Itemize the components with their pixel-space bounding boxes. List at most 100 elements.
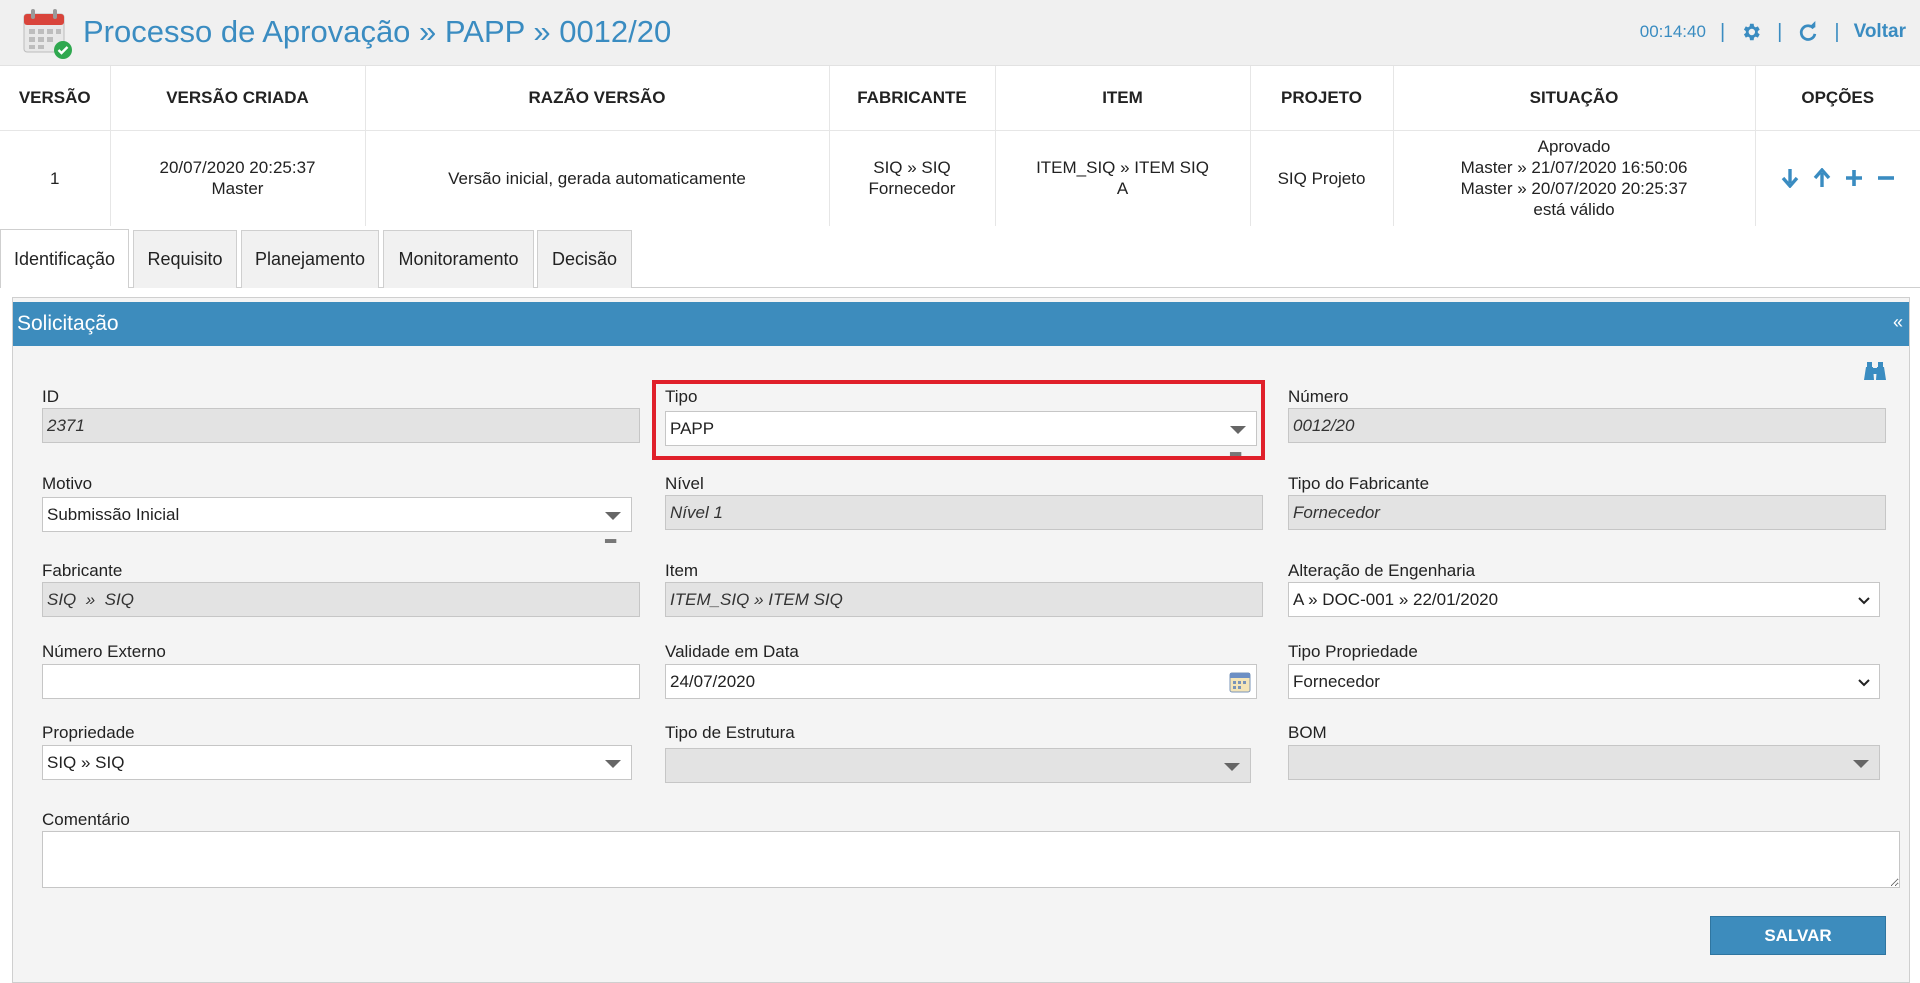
- alteracao-label: Alteração de Engenharia: [1288, 561, 1476, 580]
- validade-date-input[interactable]: 24/07/2020: [665, 664, 1257, 699]
- motivo-value: Submissão Inicial: [47, 504, 180, 524]
- numero-externo-input[interactable]: [42, 664, 640, 699]
- id-label: ID: [42, 387, 59, 406]
- arrow-up-icon[interactable]: [1812, 168, 1832, 188]
- tipo-estrutura-label: Tipo de Estrutura: [665, 723, 795, 742]
- panel-header: Solicitação «: [13, 302, 1909, 346]
- table-row: 1 20/07/2020 20:25:37 Master Versão inic…: [0, 130, 1920, 226]
- id-field: 2371: [42, 408, 640, 443]
- calendar-check-icon: [23, 9, 72, 59]
- numero-label: Número: [1288, 387, 1349, 406]
- chevron-down-icon: [1858, 597, 1870, 605]
- nivel-field: Nível 1: [665, 495, 1263, 530]
- tipo-propriedade-label: Tipo Propriedade: [1288, 642, 1418, 661]
- bom-select[interactable]: [1288, 745, 1880, 780]
- tipo-estrutura-select[interactable]: [665, 748, 1251, 783]
- calendar-icon[interactable]: [1228, 670, 1252, 694]
- fabricante-type: Fornecedor: [868, 179, 956, 199]
- propriedade-value: SIQ » SIQ: [47, 752, 125, 772]
- page-title: Processo de Aprovação » PAPP » 0012/20: [83, 14, 672, 49]
- cell-item: ITEM_SIQ » ITEM SIQ A: [995, 130, 1251, 226]
- more-dots-icon[interactable]: ▪▪▪: [604, 533, 617, 551]
- tab-planejamento[interactable]: Planejamento: [241, 230, 379, 288]
- arrow-down-icon[interactable]: [1780, 168, 1800, 189]
- binoculars-icon[interactable]: [1863, 360, 1887, 382]
- comentario-textarea[interactable]: [42, 831, 1900, 888]
- bom-label: BOM: [1288, 723, 1327, 742]
- item-label: Item: [665, 561, 699, 580]
- comentario-label: Comentário: [42, 810, 130, 829]
- back-link[interactable]: Voltar: [1854, 21, 1906, 43]
- dropdown-caret-icon: [1853, 760, 1869, 768]
- alteracao-value: A » DOC-001 » 22/01/2020: [1293, 589, 1499, 609]
- nivel-label: Nível: [665, 474, 704, 493]
- dropdown-caret-icon: [605, 760, 621, 768]
- separator: |: [1719, 20, 1726, 43]
- cell-razao: Versão inicial, gerada automaticamente: [365, 130, 830, 226]
- tab-identificacao[interactable]: Identificação: [0, 229, 129, 288]
- table-header-row: VERSÃO VERSÃO CRIADA RAZÃO VERSÃO FABRIC…: [0, 66, 1920, 131]
- column-header: VERSÃO CRIADA: [110, 66, 366, 131]
- chevron-down-icon: [1858, 679, 1870, 687]
- row-options: [1757, 168, 1920, 189]
- settings-gear-icon[interactable]: [1739, 20, 1763, 44]
- alteracao-select[interactable]: A » DOC-001 » 22/01/2020: [1288, 582, 1880, 617]
- save-button[interactable]: SALVAR: [1710, 916, 1886, 955]
- tipo-fabricante-label: Tipo do Fabricante: [1288, 474, 1430, 493]
- plus-icon[interactable]: [1844, 168, 1864, 188]
- solicitacao-panel: Solicitação « ID 2371 Tipo PAPP ▪▪▪ Núme…: [12, 297, 1910, 983]
- tipo-propriedade-select[interactable]: Fornecedor: [1288, 664, 1880, 699]
- column-header: PROJETO: [1250, 66, 1394, 131]
- created-by: Master: [211, 179, 264, 199]
- dropdown-caret-icon: [1224, 763, 1240, 771]
- fabricante-field: SIQ » SIQ: [42, 582, 640, 617]
- minus-icon[interactable]: [1876, 168, 1896, 188]
- item-field: ITEM_SIQ » ITEM SIQ: [665, 582, 1263, 617]
- collapse-button[interactable]: «: [1893, 312, 1903, 333]
- app-header: Processo de Aprovação » PAPP » 0012/20 0…: [0, 0, 1920, 66]
- column-header: VERSÃO: [0, 66, 111, 131]
- item-revision: A: [1116, 179, 1129, 199]
- situacao-line: Master » 20/07/2020 20:25:37: [1460, 179, 1688, 199]
- separator: |: [1834, 20, 1840, 43]
- cell-fabricante: SIQ » SIQ Fornecedor: [829, 130, 996, 226]
- motivo-select[interactable]: Submissão Inicial: [42, 497, 632, 532]
- motivo-label: Motivo: [42, 474, 93, 493]
- cell-situacao: Aprovado Master » 21/07/2020 16:50:06 Ma…: [1393, 130, 1756, 226]
- panel-title: Solicitação: [17, 312, 119, 335]
- fabricante-label: Fabricante: [42, 561, 123, 580]
- tipo-fabricante-field: Fornecedor: [1288, 495, 1886, 530]
- dropdown-caret-icon: [605, 512, 621, 520]
- highlight-box: [652, 380, 1265, 460]
- versions-table: VERSÃO VERSÃO CRIADA RAZÃO VERSÃO FABRIC…: [0, 66, 1920, 226]
- column-header: OPÇÕES: [1755, 66, 1920, 131]
- validade-label: Validade em Data: [665, 642, 799, 661]
- header-actions: 00:14:40 | | | Voltar: [1640, 18, 1906, 46]
- cell-versao-criada: 20/07/2020 20:25:37 Master: [110, 130, 366, 226]
- cell-versao: 1: [0, 130, 111, 226]
- separator: |: [1777, 20, 1783, 43]
- fabricante-name: SIQ » SIQ: [873, 158, 951, 178]
- tab-requisito[interactable]: Requisito: [133, 230, 237, 288]
- numero-externo-label: Número Externo: [42, 642, 166, 661]
- situacao-line: está válido: [1533, 200, 1615, 220]
- cell-opcoes: [1755, 130, 1920, 226]
- tipo-propriedade-value: Fornecedor: [1293, 671, 1380, 691]
- tab-bar: Identificação Requisito Planejamento Mon…: [0, 226, 1920, 288]
- tab-decisao[interactable]: Decisão: [537, 230, 632, 288]
- column-header: RAZÃO VERSÃO: [365, 66, 830, 131]
- propriedade-select[interactable]: SIQ » SIQ: [42, 745, 632, 780]
- numero-field: 0012/20: [1288, 408, 1886, 443]
- column-header: ITEM: [995, 66, 1251, 131]
- column-header: FABRICANTE: [829, 66, 996, 131]
- situacao-line: Master » 21/07/2020 16:50:06: [1460, 158, 1688, 178]
- tab-monitoramento[interactable]: Monitoramento: [383, 230, 534, 288]
- propriedade-label: Propriedade: [42, 723, 135, 742]
- cell-projeto: SIQ Projeto: [1250, 130, 1394, 226]
- validade-value: 24/07/2020: [670, 671, 756, 691]
- situacao-status: Aprovado: [1537, 137, 1611, 157]
- session-timer: 00:14:40: [1639, 22, 1706, 41]
- created-date: 20/07/2020 20:25:37: [159, 158, 316, 178]
- column-header: SITUAÇÃO: [1393, 66, 1756, 131]
- refresh-icon[interactable]: [1796, 20, 1820, 44]
